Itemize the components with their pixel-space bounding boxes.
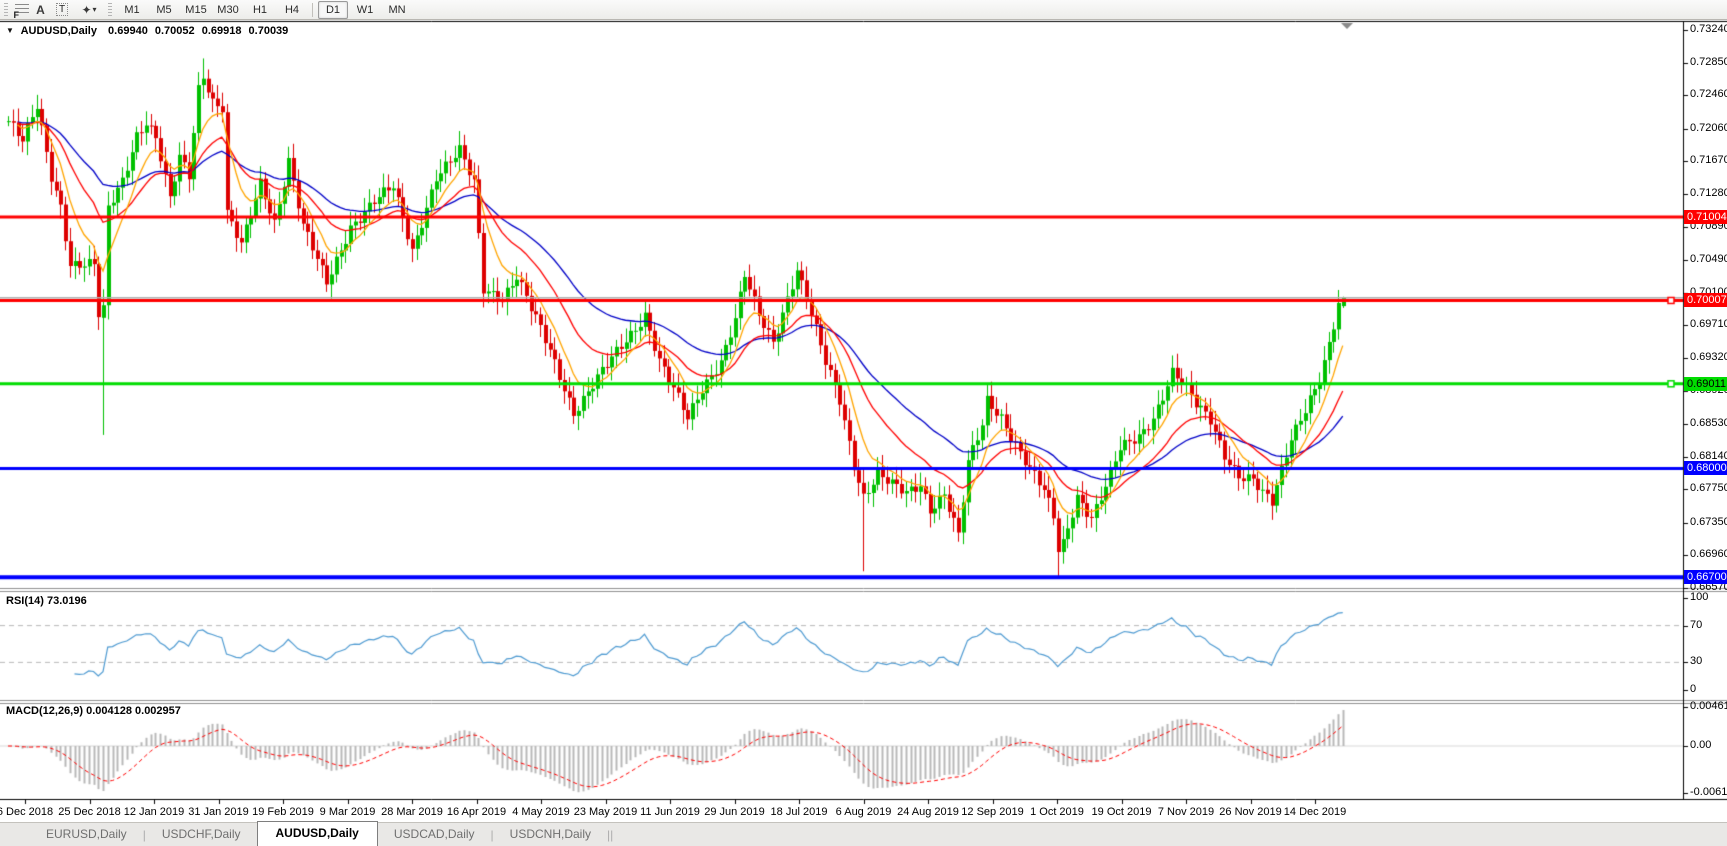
arrows-tool-button[interactable]: ✦ ▾ (74, 2, 104, 18)
rsi-tick-label: 70 (1690, 618, 1703, 631)
date-tick-label: 25 Dec 2018 (58, 806, 121, 818)
date-tick-label: 4 May 2019 (512, 806, 570, 818)
toolbar-grip[interactable] (4, 3, 8, 16)
date-tick-label: 16 Apr 2019 (446, 806, 507, 818)
date-tick-label: 12 Jan 2019 (123, 806, 185, 818)
ohlc-close: 0.70039 (248, 25, 289, 37)
price-tick-label: 0.72850 (1690, 55, 1727, 68)
timeframe-button-H4[interactable]: H4 (277, 1, 307, 19)
price-tick-label: 0.71280 (1690, 186, 1727, 199)
macd-tick-label: -0.006126 (1690, 786, 1727, 798)
date-tick-label: 6 Aug 2019 (835, 806, 892, 818)
timeframe-button-M30[interactable]: M30 (213, 1, 243, 19)
price-tick-label: 0.69710 (1690, 318, 1727, 331)
price-tick-label: 0.72060 (1690, 121, 1727, 134)
text-label-icon: T (55, 3, 69, 16)
price-tick-label: 0.72460 (1690, 88, 1727, 101)
oneclick-arrow-icon[interactable]: ▼ (6, 26, 14, 35)
text-tool-button[interactable]: A (31, 2, 50, 18)
date-tick-label: 24 Aug 2019 (897, 806, 959, 818)
timeframe-button-M5[interactable]: M5 (149, 1, 179, 19)
date-tick-label: 23 May 2019 (573, 806, 638, 818)
arrows-icon: ✦ (81, 2, 92, 17)
date-tick-label: 7 Nov 2019 (1157, 806, 1215, 818)
date-tick-label: 31 Jan 2019 (188, 806, 249, 818)
rsi-tick-label: 100 (1690, 591, 1709, 603)
timeframe-toolbar: M1 M5 M15 M30 H1 H4 D1 W1 MN (116, 0, 413, 19)
price-tick-label: 0.70490 (1690, 253, 1727, 266)
toolbar-grip[interactable] (108, 3, 112, 16)
price-badge: 0.68000 (1684, 461, 1727, 476)
price-tick-label: 0.73240 (1690, 23, 1727, 35)
chart-tab-bar: EURUSD,Daily | USDCHF,Daily AUDUSD,Daily USD… (0, 821, 1727, 846)
price-tick-label: 0.68140 (1690, 449, 1727, 462)
date-tick-label: 1 Oct 2019 (1030, 806, 1084, 818)
toolbar-separator (312, 2, 313, 17)
date-tick-label: 14 Dec 2019 (1283, 806, 1347, 818)
timeframe-button-M15[interactable]: M15 (181, 1, 211, 19)
date-tick-label: 11 Jun 2019 (640, 806, 700, 818)
price-tick-label: 0.67750 (1690, 482, 1727, 495)
timeframe-button-D1[interactable]: D1 (318, 0, 348, 19)
timeframe-button-MN[interactable]: MN (382, 1, 412, 19)
chart-tab-usdcnh[interactable]: USDCNH,Daily (494, 823, 607, 846)
price-chart-canvas[interactable] (0, 0, 1727, 846)
fibonacci-tool-button[interactable]: F (12, 2, 31, 20)
price-badge: 0.71004 (1684, 210, 1727, 225)
fibonacci-icon: F (14, 3, 29, 20)
chart-symbol-label: AUDUSD,Daily (20, 25, 97, 37)
date-tick-label: 28 Mar 2019 (381, 806, 443, 818)
rsi-indicator-label: RSI(14) 73.0196 (6, 595, 87, 607)
price-tick-label: 0.71670 (1690, 154, 1727, 167)
chart-tab-eurusd[interactable]: EURUSD,Daily (30, 823, 143, 846)
chart-tab-audusd[interactable]: AUDUSD,Daily (256, 821, 378, 846)
toolbar: F A T ✦ ▾ M1 M5 M15 M30 H1 H4 D1 W1 MN (0, 0, 1727, 20)
date-tick-label: 29 Jun 2019 (704, 806, 765, 818)
timeframe-button-M1[interactable]: M1 (117, 1, 147, 19)
macd-tick-label: 0.004616 (1690, 700, 1727, 712)
date-tick-label: 12 Sep 2019 (961, 806, 1024, 818)
tab-separator: | (610, 828, 614, 842)
price-badge: 0.70007 (1684, 293, 1727, 308)
chart-tab-usdcad[interactable]: USDCAD,Daily (378, 823, 491, 846)
date-tick-label: 19 Oct 2019 (1091, 806, 1152, 818)
price-tick-label: 0.68530 (1690, 417, 1727, 430)
date-tick-label: 9 Mar 2019 (319, 806, 376, 818)
chart-title: ▼ AUDUSD,Daily 0.69940 0.70052 0.69918 0… (6, 25, 288, 37)
date-tick-label: 26 Nov 2019 (1219, 806, 1282, 818)
chart-tab-usdchf[interactable]: USDCHF,Daily (146, 823, 257, 846)
ohlc-high: 0.70052 (154, 25, 195, 37)
trading-terminal-window: { "toolbar": { "tools": [ {"name": "fibo… (0, 0, 1727, 846)
timeframe-button-W1[interactable]: W1 (350, 1, 380, 19)
price-tick-label: 0.67350 (1690, 515, 1727, 528)
rsi-tick-label: 30 (1690, 655, 1703, 668)
date-tick-label: 19 Feb 2019 (252, 806, 314, 818)
macd-indicator-label: MACD(12,26,9) 0.004128 0.002957 (6, 705, 181, 717)
price-tick-label: 0.66960 (1690, 548, 1727, 561)
text-icon: A (36, 2, 45, 17)
price-badge: 0.69011 (1684, 376, 1727, 391)
date-tick-label: 6 Dec 2018 (0, 806, 54, 818)
price-tick-label: 0.69320 (1690, 350, 1727, 363)
date-tick-label: 18 Jul 2019 (770, 806, 828, 818)
rsi-tick-label: 0 (1690, 683, 1697, 695)
timeframe-button-H1[interactable]: H1 (245, 1, 275, 19)
ohlc-low: 0.69918 (201, 25, 242, 37)
ohlc-open: 0.69940 (108, 25, 148, 37)
macd-tick-label: 0.00 (1690, 739, 1712, 751)
text-label-tool-button[interactable]: T (50, 2, 74, 18)
price-badge: 0.66700 (1684, 570, 1727, 585)
chevron-down-icon: ▾ (92, 5, 97, 14)
